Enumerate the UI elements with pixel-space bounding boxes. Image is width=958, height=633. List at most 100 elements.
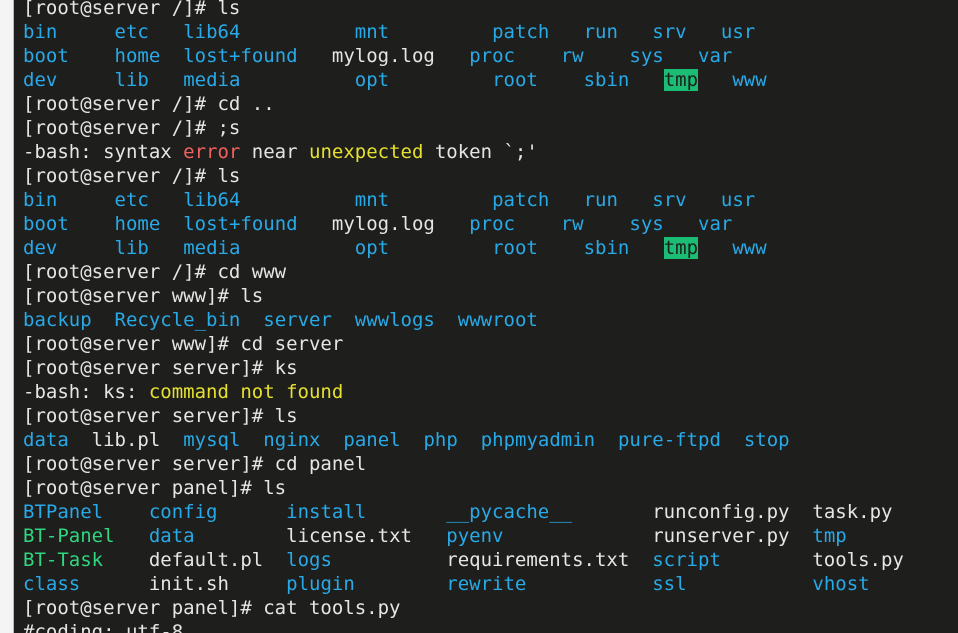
terminal-line: BT-Task default.pl logs requirements.txt… — [23, 548, 958, 572]
terminal-text-segment: rewrite — [446, 573, 527, 595]
terminal-text-segment: config — [148, 501, 218, 523]
terminal-line: [root@server /]# cd .. — [23, 92, 958, 116]
terminal-line: #coding: utf-8 — [23, 620, 958, 633]
terminal-line: [root@server server]# ls — [23, 404, 958, 428]
terminal-text-segment: [root@server /]# cd .. — [23, 93, 275, 115]
terminal-line: -bash: ks: command not found — [23, 380, 958, 404]
terminal-text-segment: [root@server /]# cd www — [23, 261, 287, 283]
terminal-text-segment: root — [492, 237, 538, 259]
terminal-line: dev lib media opt root sbin tmp www — [23, 68, 958, 92]
terminal-line: -bash: syntax error near unexpected toke… — [23, 140, 958, 164]
terminal-text-segment: server — [263, 309, 332, 331]
terminal-line: [root@server /]# ;s — [23, 116, 958, 140]
terminal-text-segment: BT-Panel — [23, 525, 115, 547]
terminal-text-segment: lib — [114, 69, 149, 91]
terminal-text-segment: nginx — [263, 429, 321, 451]
terminal-text-segment: near — [240, 141, 309, 163]
terminal-text-segment: run — [583, 189, 618, 211]
terminal-text-segment: etc — [114, 21, 149, 43]
terminal-text-segment: BTPanel — [23, 501, 104, 523]
terminal-window: [root@server /]# ls bin etc lib64 mnt pat… — [0, 0, 958, 633]
terminal-text-segment: home — [114, 213, 161, 235]
terminal-text-segment: sbin — [583, 237, 630, 259]
terminal-text-segment: dev — [23, 237, 58, 259]
terminal-text-segment: token `;' — [423, 141, 538, 163]
terminal-text-segment: rw — [560, 213, 584, 235]
terminal-line: boot home lost+found mylog.log proc rw s… — [23, 212, 958, 236]
terminal-text-segment: Recycle_bin — [114, 309, 241, 331]
terminal-text-segment: [root@server server]# ks — [23, 357, 298, 379]
terminal-text-segment: sbin — [583, 69, 630, 91]
terminal-line: [root@server /]# cd www — [23, 260, 958, 284]
terminal-text-segment: __pycache__ — [446, 501, 573, 523]
terminal-text-segment: backup — [23, 309, 92, 331]
terminal-text-segment: wwwroot — [457, 309, 538, 331]
terminal-text-segment: patch — [492, 189, 550, 211]
terminal-text-segment: [root@server server]# cd panel — [23, 453, 367, 475]
terminal-text-segment: ssl — [652, 573, 687, 595]
terminal-line: [root@server server]# cd panel — [23, 452, 958, 476]
terminal-text-segment: www — [732, 69, 767, 91]
terminal-text-segment: bin — [23, 189, 58, 211]
terminal-screen[interactable]: [root@server /]# ls bin etc lib64 mnt pat… — [14, 0, 958, 633]
terminal-text-segment: phpmyadmin — [480, 429, 596, 451]
terminal-line: bin etc lib64 mnt patch run srv usr — [23, 20, 958, 44]
terminal-text-segment: lib — [114, 237, 149, 259]
terminal-text-segment: [root@server panel]# ls — [23, 477, 287, 499]
terminal-text-segment: script — [652, 549, 721, 571]
terminal-line: [root@server /]# ls — [23, 0, 958, 20]
terminal-text-segment: data — [23, 429, 69, 451]
terminal-line: [root@server panel]# ls — [23, 476, 958, 500]
terminal-text-segment: default.pl — [148, 549, 264, 571]
terminal-text-segment: mnt — [354, 189, 390, 211]
terminal-text-segment: tmp — [663, 237, 699, 259]
terminal-text-segment: bin — [23, 21, 58, 43]
terminal-line: BTPanel config install __pycache__ runco… — [23, 500, 958, 524]
terminal-text-segment: var — [698, 213, 733, 235]
terminal-line: BT-Panel data license.txt pyenv runserve… — [23, 524, 958, 548]
terminal-text-segment: class — [23, 573, 81, 595]
terminal-line: [root@server server]# ks — [23, 356, 958, 380]
terminal-text-segment: [root@server /]# ls — [23, 0, 241, 19]
terminal-line: [root@server www]# cd server — [23, 332, 958, 356]
terminal-text-segment: wwwlogs — [354, 309, 435, 331]
